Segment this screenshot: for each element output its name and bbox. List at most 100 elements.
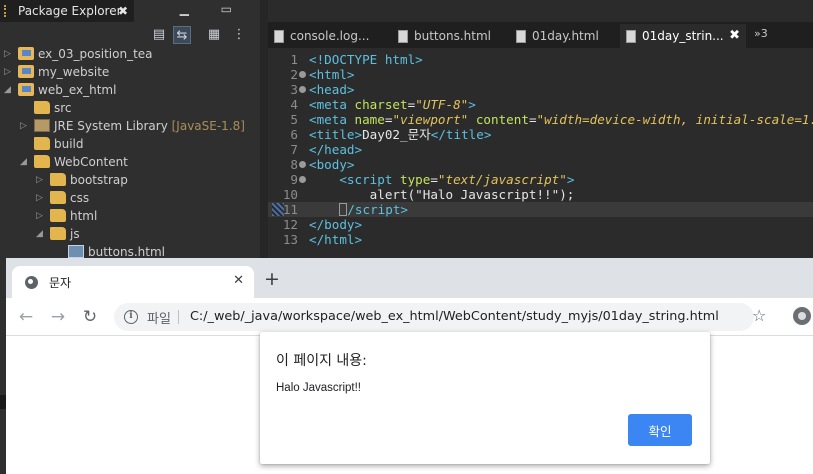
- line-number: 1: [290, 52, 298, 67]
- tree-item-build[interactable]: build: [34, 135, 84, 153]
- code-tag: /script>: [347, 202, 409, 217]
- package-folder-icon: [34, 101, 50, 114]
- code-text: alert("Halo Javascript!!");: [309, 187, 575, 202]
- code-value: "width=device-width, initial-scale=1.0": [536, 112, 813, 127]
- tree-item-webcontent[interactable]: ◢ WebContent: [20, 153, 128, 171]
- tree-item-ex_03_position_tea[interactable]: ▷ ex_03_position_tea: [4, 45, 153, 63]
- new-tab-button[interactable]: +: [264, 269, 280, 289]
- fold-icon[interactable]: [299, 86, 306, 93]
- tree-item-label: web_ex_html: [38, 83, 117, 97]
- browser-window: 문자 ✕ + ← → ↻ i 파일 C:/_web/_java/workspac…: [6, 258, 813, 474]
- expand-arrow-icon[interactable]: ▷: [20, 117, 27, 135]
- folder-open-icon: [50, 227, 66, 240]
- close-icon[interactable]: ✖: [729, 24, 740, 48]
- editor-tab-bar: console.log... buttons.html 01day.html 0…: [268, 22, 813, 48]
- fold-icon[interactable]: [299, 161, 306, 168]
- fold-icon[interactable]: [299, 71, 306, 78]
- code-line: 5 <meta name="viewport" content="width=de…: [268, 112, 813, 127]
- editor-tab-01day-string[interactable]: 01day_strin... ✖: [620, 24, 746, 48]
- code-text: <html>: [309, 67, 355, 82]
- address-url[interactable]: C:/_web/_java/workspace/web_ex_html/WebC…: [190, 309, 719, 324]
- html-file-icon: [68, 245, 84, 258]
- folder-icon: [50, 209, 66, 222]
- tree-item-my_website[interactable]: ▷ my_website: [4, 63, 110, 81]
- file-icon: [398, 30, 408, 43]
- reload-icon[interactable]: ↻: [80, 307, 100, 327]
- expand-arrow-icon[interactable]: ▷: [36, 171, 43, 189]
- code-tag: </title>: [430, 127, 492, 142]
- code-tag: <meta: [309, 97, 347, 112]
- expand-arrow-icon[interactable]: ▷: [36, 207, 43, 225]
- code-line: 12 </body>: [268, 217, 813, 232]
- tree-item-label: my_website: [38, 65, 110, 79]
- forward-arrow-icon[interactable]: →: [48, 307, 68, 327]
- collapse-arrow-icon[interactable]: ◢: [4, 81, 11, 99]
- address-scheme-label: 파일: [147, 312, 171, 327]
- back-arrow-icon[interactable]: ←: [16, 307, 36, 327]
- file-icon: [626, 30, 636, 43]
- view-menu-icon[interactable]: ⋮: [230, 26, 248, 44]
- focus-icon[interactable]: ▦: [205, 26, 223, 44]
- ok-button[interactable]: 확인: [628, 414, 692, 446]
- project-icon: [18, 83, 34, 96]
- extension-icon[interactable]: [793, 307, 811, 325]
- code-line: 7 </head>: [268, 142, 813, 157]
- tree-item-bootstrap[interactable]: ▷ bootstrap: [36, 171, 128, 189]
- line-number: 8: [290, 157, 298, 172]
- close-tab-icon[interactable]: ✕: [233, 273, 244, 288]
- code-tag: <meta: [309, 112, 347, 127]
- editor-tab-buttons-html[interactable]: buttons.html: [392, 24, 502, 48]
- tree-item-js[interactable]: ◢ js: [36, 225, 80, 243]
- editor-tab-label: 01day.html: [532, 29, 599, 43]
- package-explorer-icon: [4, 5, 14, 17]
- code-value: "UTF-8": [415, 97, 469, 112]
- view-splitter[interactable]: [260, 0, 268, 258]
- collapse-arrow-icon[interactable]: ◢: [36, 225, 43, 243]
- code-attr: charset: [346, 97, 408, 112]
- eclipse-window: Package Explorer ✖ ▁ ▭ ▤ ⇆ ▦ ⋮ ▷ ex_03_po…: [0, 0, 813, 259]
- editor-tab-01day-html[interactable]: 01day.html: [510, 24, 616, 48]
- expand-arrow-icon[interactable]: ▷: [36, 189, 43, 207]
- folder-icon: [34, 137, 50, 150]
- address-separator: [178, 310, 179, 324]
- code-line: 2 <html>: [268, 67, 813, 82]
- alert-dialog-message: Halo Javascript!!: [276, 382, 362, 394]
- expand-arrow-icon[interactable]: ▷: [4, 63, 11, 81]
- expand-arrow-icon[interactable]: ▷: [4, 45, 11, 63]
- line-number: 4: [290, 97, 298, 112]
- collapse-arrow-icon[interactable]: ◢: [20, 153, 27, 171]
- code-line: 6 <title>Day02_문자</title>: [268, 127, 813, 142]
- package-explorer-tab[interactable]: Package Explorer ✖: [0, 0, 134, 22]
- code-tag: <script: [309, 172, 393, 187]
- line-number: 2: [290, 67, 298, 82]
- info-icon[interactable]: i: [124, 310, 138, 324]
- code-area[interactable]: 1 <!DOCTYPE html> 2 <html> 3 <head> 4 <meta …: [268, 52, 813, 247]
- tree-item-css[interactable]: ▷ css: [36, 189, 90, 207]
- address-bar[interactable]: i 파일 C:/_web/_java/workspace/web_ex_html…: [114, 303, 754, 331]
- tree-item-html[interactable]: ▷ html: [36, 207, 97, 225]
- close-icon[interactable]: ✖: [118, 0, 128, 22]
- code-line: 10 alert("Halo Javascript!!");: [268, 187, 813, 202]
- more-tabs-indicator[interactable]: »3: [754, 27, 768, 40]
- browser-tab-title: 문자: [49, 276, 72, 290]
- code-tag: >: [566, 172, 575, 187]
- code-line: 8 <body>: [268, 157, 813, 172]
- browser-tab[interactable]: 문자 ✕: [12, 266, 254, 298]
- collapse-all-icon[interactable]: ▤: [150, 26, 168, 44]
- tree-item-src[interactable]: src: [34, 99, 72, 117]
- tree-item-label: JRE System Library: [54, 119, 168, 133]
- tree-item-label: bootstrap: [70, 173, 128, 187]
- editor-tab-console-log[interactable]: console.log...: [268, 24, 386, 48]
- fold-icon[interactable]: [299, 176, 306, 183]
- code-line: 1 <!DOCTYPE html>: [268, 52, 813, 67]
- tree-item-label: build: [54, 137, 84, 151]
- tree-item-label: buttons.html: [88, 245, 165, 259]
- view-controls[interactable]: ▁ ▭: [180, 2, 246, 16]
- link-with-editor-icon[interactable]: ⇆: [173, 26, 191, 44]
- editor-tab-label: buttons.html: [414, 29, 491, 43]
- globe-icon: [25, 276, 38, 289]
- tree-item-web_ex_html[interactable]: ◢ web_ex_html: [4, 81, 117, 99]
- tree-item-jre-system-library[interactable]: ▷ JRE System Library [JavaSE-1.8]: [20, 117, 245, 135]
- bookmark-star-icon[interactable]: ☆: [752, 306, 766, 325]
- tree-item-label: css: [70, 191, 90, 205]
